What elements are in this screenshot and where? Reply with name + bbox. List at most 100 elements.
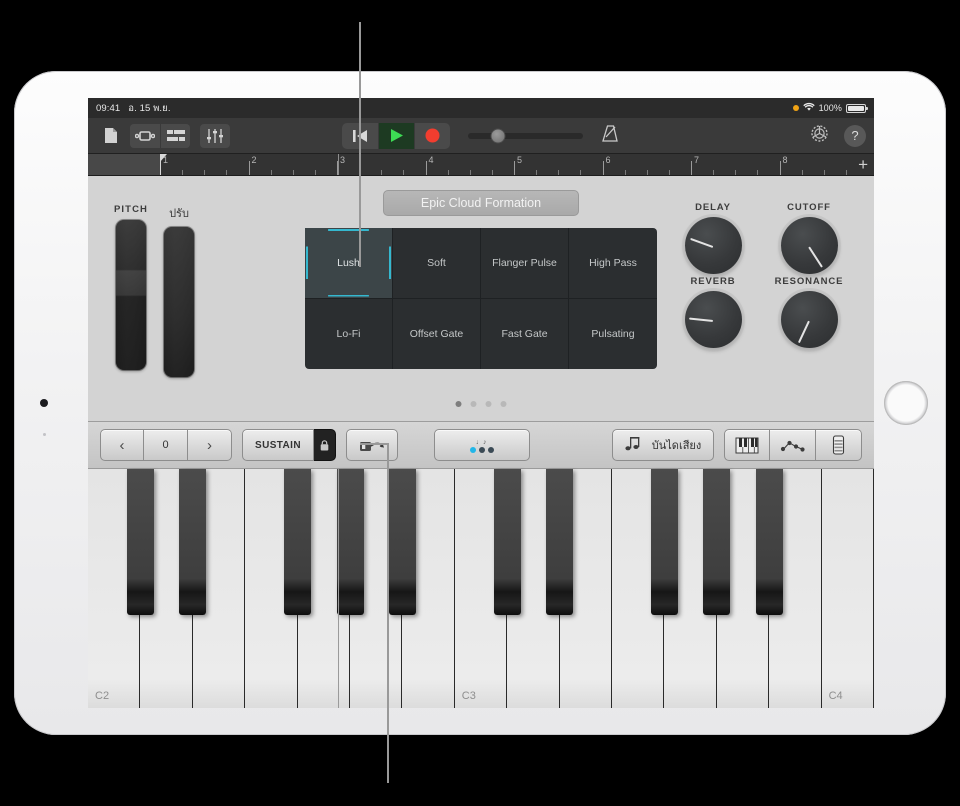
effect-pad[interactable]: High Pass [569, 228, 657, 299]
white-key[interactable]: C4 [821, 469, 874, 708]
effect-pad-label: High Pass [589, 256, 637, 269]
front-camera [40, 399, 48, 407]
knob-cell: REVERB [670, 276, 756, 348]
pad-page-dots[interactable] [455, 401, 507, 407]
document-icon[interactable] [96, 124, 126, 148]
pad-page-dot[interactable] [485, 401, 492, 407]
octave-up-button[interactable]: › [188, 429, 232, 461]
note-dots-icon[interactable] [770, 429, 816, 461]
keyboard-keys-icon[interactable] [724, 429, 770, 461]
ruler-beat-tick [403, 170, 405, 175]
knob-reverb[interactable] [684, 291, 742, 348]
black-key[interactable] [650, 469, 678, 615]
preset-name-button[interactable]: Epic Cloud Formation [383, 190, 579, 216]
ruler-beat-tick [491, 170, 493, 175]
effect-pad[interactable]: Fast Gate [481, 298, 569, 369]
pitch-wheel[interactable] [116, 220, 146, 370]
knob-resonance[interactable] [780, 291, 838, 348]
effect-pad-label: Lush [337, 256, 360, 269]
ruler-bar-tick [248, 161, 250, 175]
device-screen: 09:41 อ. 15 พ.ย. 100% ? 2 3 4 5 6 7 8 + … [88, 98, 874, 708]
black-key[interactable] [388, 469, 416, 615]
metronome-icon[interactable] [601, 124, 620, 148]
ruler-beat-tick [292, 170, 294, 175]
glissando-scroll-icon[interactable] [346, 429, 398, 461]
effect-pad[interactable]: Lo-Fi [305, 298, 393, 369]
status-date: อ. 15 พ.ย. [128, 102, 171, 114]
knob-label: DELAY [695, 202, 731, 213]
pad-page-dot[interactable] [455, 401, 462, 407]
master-volume-slider[interactable] [468, 128, 583, 143]
gear-icon[interactable] [809, 123, 830, 149]
knob-delay[interactable] [684, 217, 742, 274]
ruler-beat-tick [469, 170, 471, 175]
recording-indicator-dot [792, 105, 799, 111]
modulation-wheel[interactable] [164, 227, 194, 377]
pad-page-dot[interactable] [470, 401, 477, 407]
master-volume-knob[interactable] [490, 128, 506, 143]
ruler-beat-tick [536, 170, 538, 175]
performance-wheels: PITCH ปรับ [114, 204, 194, 377]
add-section-button[interactable]: + [858, 156, 868, 173]
ruler-beat-tick [668, 170, 670, 175]
instrument-panel: Epic Cloud Formation PITCH ปรับ Lush Soft… [88, 176, 874, 421]
ruler-bar-number: 8 [782, 155, 788, 165]
effect-pad[interactable]: Offset Gate [393, 298, 481, 369]
mixer-faders-icon[interactable] [200, 123, 230, 148]
double-note-icon [625, 436, 645, 455]
ruler-bar-number: 4 [428, 155, 434, 165]
effect-pad-label: Offset Gate [409, 327, 464, 340]
black-key[interactable] [179, 469, 207, 615]
scale-button[interactable]: บันไดเสียง [612, 429, 714, 461]
playhead[interactable] [160, 154, 167, 175]
loop-browser-icon[interactable] [130, 123, 160, 148]
effect-pad[interactable]: Lush [305, 228, 393, 299]
keyboard-view-group [724, 429, 862, 461]
callout-line-bottom [387, 443, 389, 783]
black-key[interactable] [284, 469, 312, 615]
ruler-beat-tick [314, 170, 316, 175]
track-view-icon[interactable] [160, 123, 190, 148]
ruler-beat-tick [713, 170, 715, 175]
knob-label: CUTOFF [787, 202, 831, 213]
help-button[interactable]: ? [844, 124, 866, 147]
black-key[interactable] [546, 469, 574, 615]
ruler-bar-tick [602, 161, 604, 175]
knob-pointer [689, 316, 714, 322]
octave-label: C3 [461, 690, 476, 702]
record-icon[interactable] [414, 122, 450, 149]
knob-cutoff[interactable] [780, 217, 838, 274]
black-key[interactable] [755, 469, 783, 615]
fretboard-strip-icon[interactable] [816, 429, 862, 461]
timeline-ruler[interactable]: 12345678 + [88, 154, 874, 176]
effect-pad[interactable]: Flanger Pulse [481, 228, 569, 299]
ruler-bar-number: 6 [605, 155, 611, 165]
play-icon[interactable] [378, 122, 414, 149]
knob-pointer [690, 237, 714, 248]
black-key[interactable] [336, 469, 364, 615]
effect-knobs: DELAY CUTOFF REVERB RESONANCE [670, 202, 852, 348]
arpeggiator-icon[interactable]: ♩♪ [434, 429, 530, 461]
effect-pad-grid: Lush Soft Flanger Pulse High Pass Lo-Fi Offse… [305, 228, 657, 369]
octave-down-button[interactable]: ‹ [100, 429, 144, 461]
ruler-beat-tick [204, 170, 206, 175]
home-button[interactable] [884, 381, 928, 425]
black-key[interactable] [703, 469, 731, 615]
sustain-button[interactable]: SUSTAIN [242, 429, 314, 461]
ruler-bar-number: 5 [517, 155, 523, 165]
black-key[interactable] [126, 469, 154, 615]
piano-keyboard[interactable]: C2 C3 C4 [88, 469, 874, 708]
effect-pad[interactable]: Pulsating [569, 299, 657, 370]
ruler-beat-tick [226, 170, 228, 175]
ruler-beat-tick [801, 170, 803, 175]
lock-icon[interactable] [314, 429, 336, 461]
effect-pad-label: Flanger Pulse [492, 256, 557, 269]
ruler-bar-tick [425, 161, 427, 175]
knob-cell: DELAY [670, 202, 756, 274]
pad-page-dot[interactable] [500, 401, 507, 407]
effect-pad[interactable]: Soft [393, 228, 481, 299]
ruler-beat-tick [823, 170, 825, 175]
black-key[interactable] [493, 469, 521, 615]
octave-label: C4 [828, 690, 843, 702]
octave-label: C2 [95, 690, 110, 702]
